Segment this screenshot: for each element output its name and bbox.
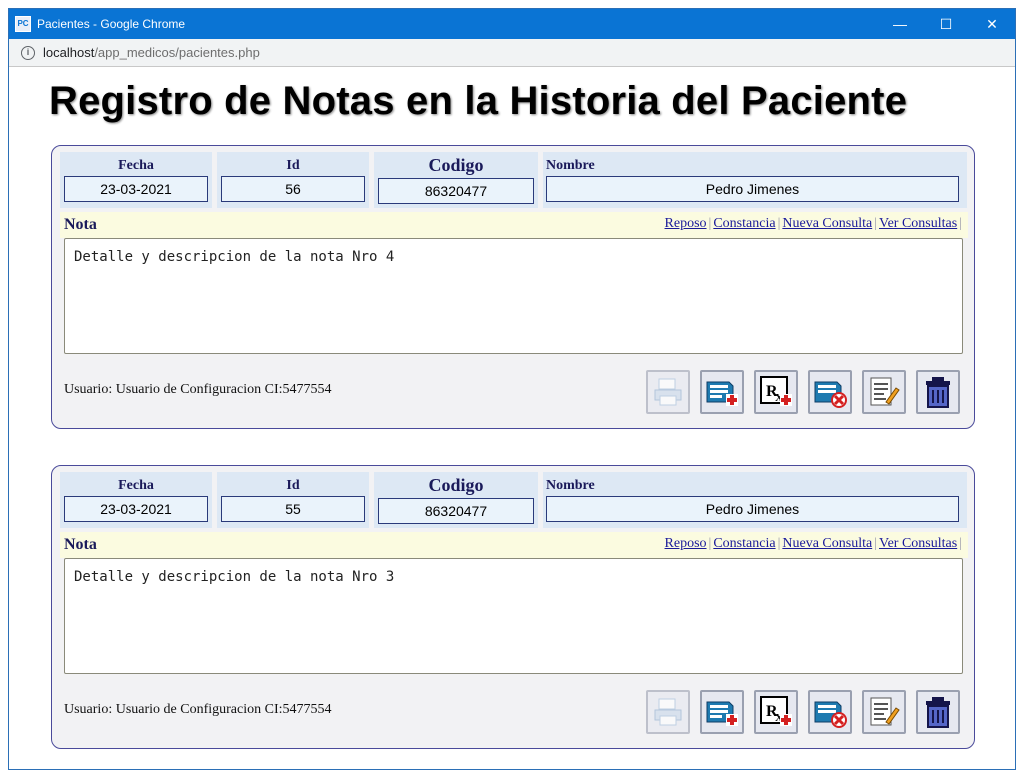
prescription-add-button[interactable]: R X <box>754 370 798 414</box>
delete-record-button[interactable] <box>808 370 852 414</box>
fecha-input[interactable]: 23-03-2021 <box>64 176 208 202</box>
trash-icon <box>926 697 950 728</box>
fecha-field: Fecha 23-03-2021 <box>60 152 212 208</box>
note-card: Fecha 23-03-2021 Id 55 Codigo 86320477 N… <box>51 465 975 749</box>
note-textarea[interactable]: Detalle y descripcion de la nota Nro 4 <box>64 238 963 354</box>
nombre-input[interactable]: Pedro Jimenes <box>546 176 959 202</box>
usuario-text: Usuario: Usuario de Configuracion CI:547… <box>64 382 332 397</box>
maximize-button[interactable]: ☐ <box>923 9 969 39</box>
reposo-link[interactable]: Reposo <box>665 536 707 551</box>
usuario-text: Usuario: Usuario de Configuracion CI:547… <box>64 702 332 717</box>
codigo-input[interactable]: 86320477 <box>378 498 534 524</box>
id-field: Id 55 <box>217 472 369 528</box>
nombre-input[interactable]: Pedro Jimenes <box>546 496 959 522</box>
prescription-add-icon: R X <box>760 696 792 726</box>
add-record-icon <box>706 701 738 726</box>
add-record-icon <box>706 381 738 406</box>
prescription-add-icon: R X <box>760 376 792 406</box>
print-icon <box>654 698 682 726</box>
id-field: Id 56 <box>217 152 369 208</box>
app-icon: PC <box>15 16 31 32</box>
nueva-consulta-link[interactable]: Nueva Consulta <box>782 536 872 551</box>
delete-record-icon <box>814 381 847 408</box>
fecha-label: Fecha <box>118 478 154 493</box>
id-input[interactable]: 56 <box>221 176 365 202</box>
link-separator: | <box>777 216 781 231</box>
url-host: localhost <box>43 45 95 60</box>
nota-label: Nota <box>64 536 97 553</box>
id-label: Id <box>286 158 300 173</box>
link-separator: | <box>959 216 962 231</box>
action-buttons: R X <box>646 370 960 414</box>
trash-icon <box>926 377 950 408</box>
nombre-field: Nombre Pedro Jimenes <box>543 472 967 528</box>
prescription-add-button[interactable]: R X <box>754 690 798 734</box>
id-label: Id <box>286 478 300 493</box>
nota-label: Nota <box>64 216 97 233</box>
link-separator: | <box>874 536 878 551</box>
add-record-button[interactable] <box>700 690 744 734</box>
delete-record-button[interactable] <box>808 690 852 734</box>
note-header: Nota Reposo | Constancia | Nueva Consulta | Ve… <box>60 532 968 558</box>
edit-note-icon <box>870 697 900 726</box>
nombre-field: Nombre Pedro Jimenes <box>543 152 967 208</box>
note-card: Fecha 23-03-2021 Id 56 Codigo 86320477 N… <box>51 145 975 429</box>
fecha-field: Fecha 23-03-2021 <box>60 472 212 528</box>
page-content: Registro de Notas en la Historia del Pac… <box>9 67 1015 769</box>
link-separator: | <box>708 216 712 231</box>
edit-note-button[interactable] <box>862 690 906 734</box>
link-separator: | <box>777 536 781 551</box>
delete-record-icon <box>814 701 847 728</box>
title-bar: PC Pacientes - Google Chrome — ☐ ✕ <box>9 9 1015 39</box>
nombre-label: Nombre <box>546 478 595 493</box>
trash-button[interactable] <box>916 370 960 414</box>
note-textarea[interactable]: Detalle y descripcion de la nota Nro 3 <box>64 558 963 674</box>
info-icon[interactable]: i <box>21 45 35 60</box>
fecha-label: Fecha <box>118 158 154 173</box>
codigo-label: Codigo <box>428 155 484 175</box>
codigo-field: Codigo 86320477 <box>374 472 538 528</box>
link-separator: | <box>959 536 962 551</box>
note-links: Reposo | Constancia | Nueva Consulta | Ver Con… <box>665 536 964 552</box>
minimize-button[interactable]: — <box>877 9 923 39</box>
nueva-consulta-link[interactable]: Nueva Consulta <box>782 216 872 231</box>
link-separator: | <box>708 536 712 551</box>
codigo-field: Codigo 86320477 <box>374 152 538 208</box>
url-path: /app_medicos/pacientes.php <box>94 45 260 60</box>
fecha-input[interactable]: 23-03-2021 <box>64 496 208 522</box>
codigo-label: Codigo <box>428 475 484 495</box>
id-input[interactable]: 55 <box>221 496 365 522</box>
edit-note-icon <box>870 377 900 406</box>
constancia-link[interactable]: Constancia <box>713 216 775 231</box>
link-separator: | <box>874 216 878 231</box>
close-button[interactable]: ✕ <box>969 9 1015 39</box>
reposo-link[interactable]: Reposo <box>665 216 707 231</box>
note-header: Nota Reposo | Constancia | Nueva Consulta | Ve… <box>60 212 968 238</box>
print-button[interactable] <box>646 370 690 414</box>
print-icon <box>654 378 682 406</box>
constancia-link[interactable]: Constancia <box>713 536 775 551</box>
nombre-label: Nombre <box>546 158 595 173</box>
edit-note-button[interactable] <box>862 370 906 414</box>
print-button[interactable] <box>646 690 690 734</box>
page-title: Registro de Notas en la Historia del Pac… <box>49 79 908 123</box>
window-title: Pacientes - Google Chrome <box>37 17 186 31</box>
browser-window: PC Pacientes - Google Chrome — ☐ ✕ i loc… <box>8 8 1016 770</box>
note-links: Reposo | Constancia | Nueva Consulta | Ver Con… <box>665 216 964 232</box>
address-bar[interactable]: i localhost/app_medicos/pacientes.php <box>9 39 1015 67</box>
ver-consultas-link[interactable]: Ver Consultas <box>879 536 957 551</box>
action-buttons: R X <box>646 690 960 734</box>
trash-button[interactable] <box>916 690 960 734</box>
add-record-button[interactable] <box>700 370 744 414</box>
ver-consultas-link[interactable]: Ver Consultas <box>879 216 957 231</box>
codigo-input[interactable]: 86320477 <box>378 178 534 204</box>
